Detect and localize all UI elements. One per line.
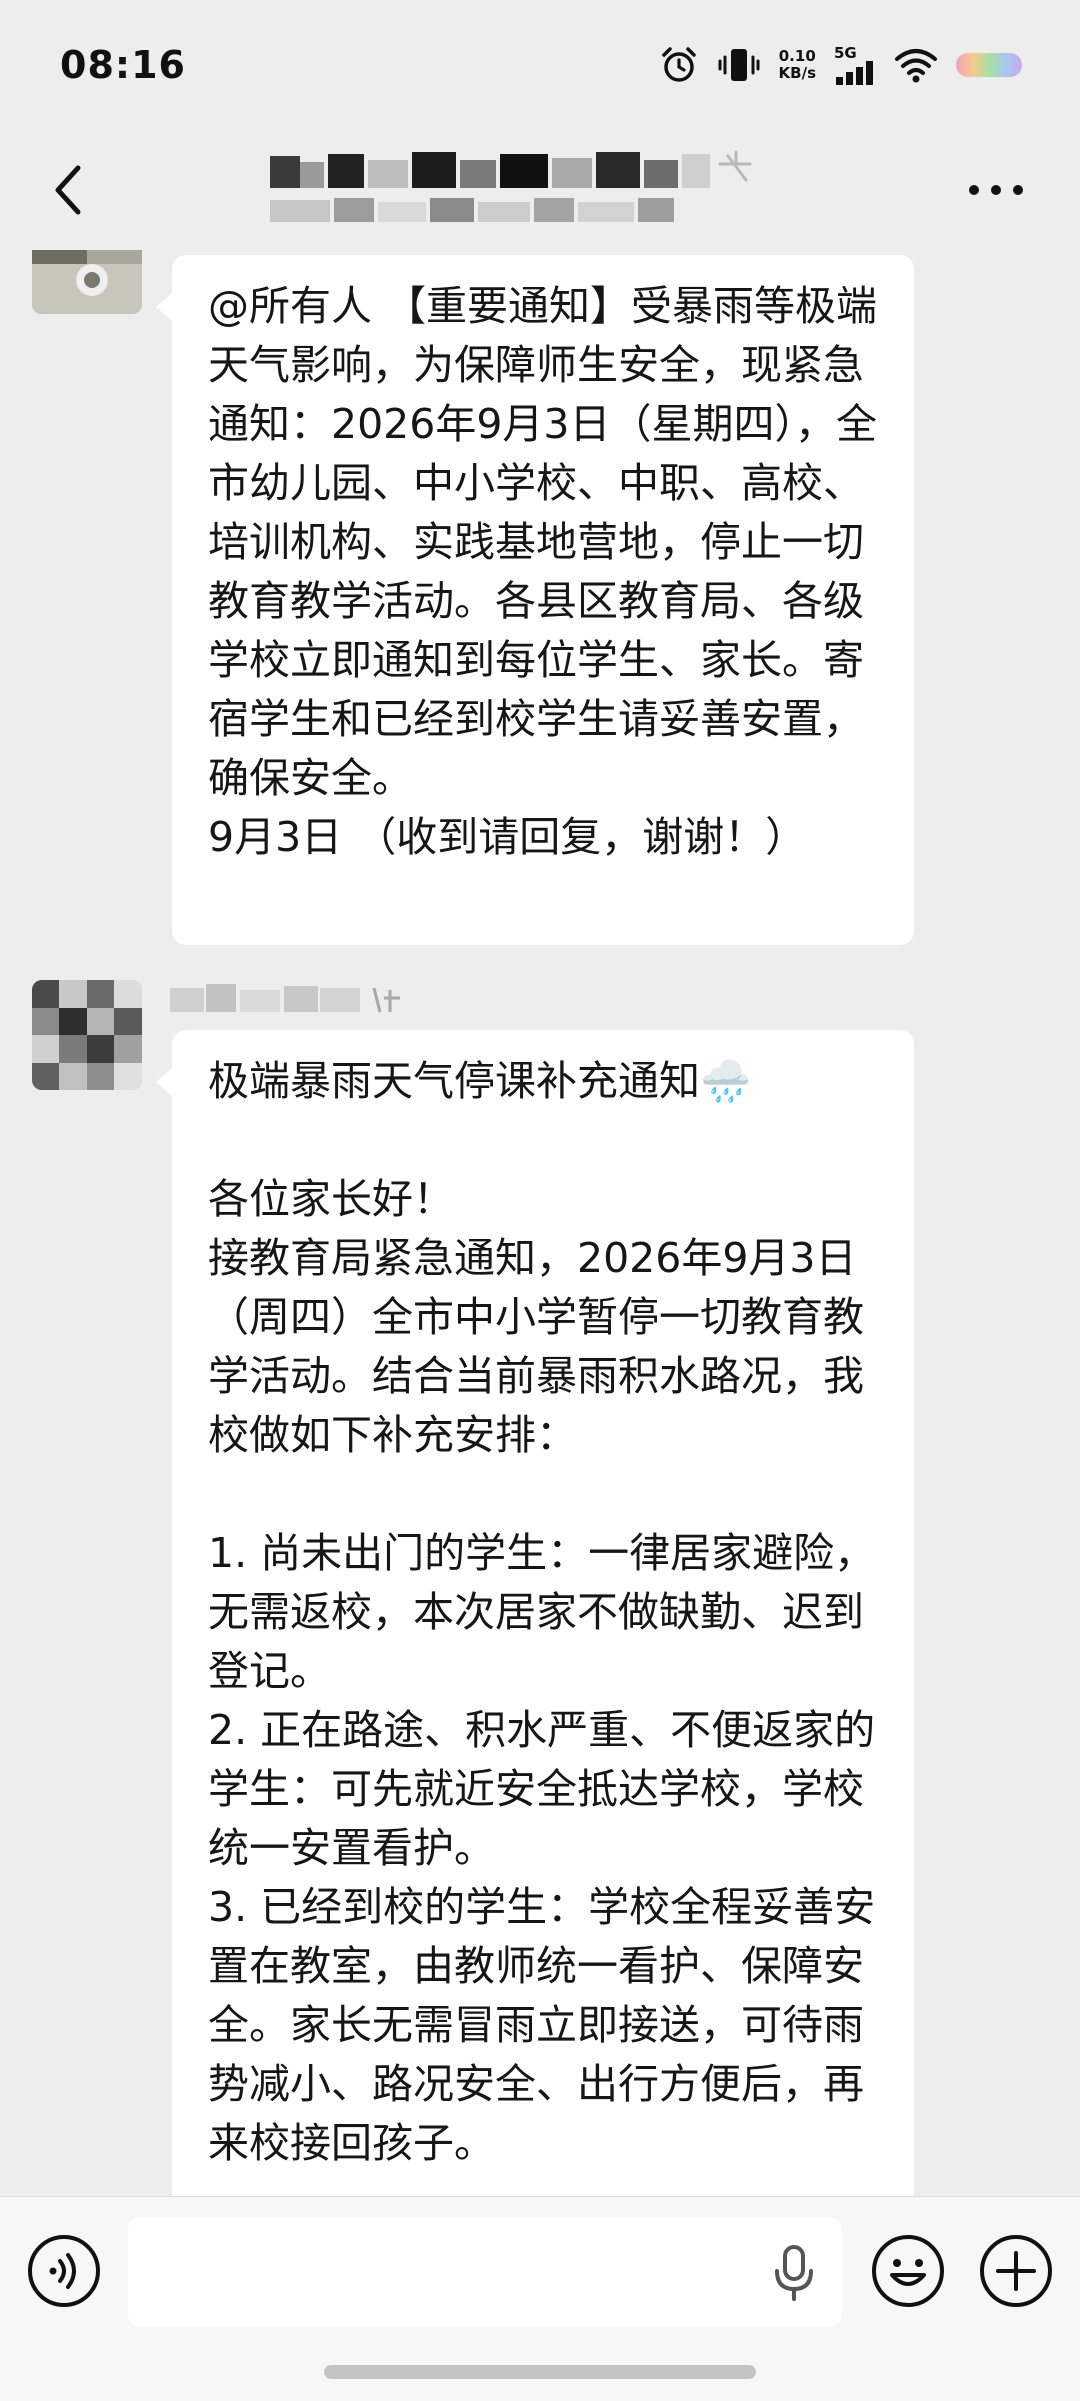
sender-name xyxy=(170,976,430,1020)
redacted-sender-name xyxy=(170,984,400,1013)
net-speed-value: 0.10 xyxy=(778,47,816,65)
signal-bars-icon xyxy=(836,60,873,85)
message-bubble[interactable]: 极端暴雨天气停课补充通知🌧️ 各位家长好！ 接教育局紧急通知，2026年9月3日… xyxy=(156,1030,914,2196)
home-indicator[interactable] xyxy=(324,2365,756,2379)
plus-icon xyxy=(980,2235,1052,2307)
alarm-icon xyxy=(661,47,696,82)
more-horizontal-icon xyxy=(969,185,1023,195)
network-type: 5G xyxy=(834,43,857,62)
voice-input-button[interactable] xyxy=(26,2233,102,2309)
cellular-signal: 5G xyxy=(834,43,876,85)
net-speed-unit: KB/s xyxy=(778,64,816,82)
more-functions-button[interactable] xyxy=(978,2233,1054,2309)
net-speed: 0.10 KB/s xyxy=(779,48,816,82)
status-bar: 08:16 0.10 KB/s 5G xyxy=(0,0,1080,130)
wifi-icon xyxy=(895,49,937,83)
chevron-left-icon xyxy=(55,165,81,215)
redacted-title xyxy=(270,150,752,222)
sender-avatar[interactable] xyxy=(32,980,142,1090)
mic-icon xyxy=(775,2245,813,2301)
message-input[interactable] xyxy=(128,2217,842,2327)
voice-icon xyxy=(28,2235,100,2307)
status-time: 08:16 xyxy=(60,43,186,87)
avatar-image xyxy=(32,980,142,1090)
emoji-icon xyxy=(872,2235,944,2307)
more-options-button[interactable] xyxy=(960,170,1032,210)
message-list[interactable]: @所有人 【重要通知】受暴雨等极端天气影响，为保障师生安全，现紧急通知：2026… xyxy=(0,250,1080,2196)
avatar-image xyxy=(32,250,142,314)
mic-button[interactable] xyxy=(770,2243,818,2303)
message-bubble[interactable]: @所有人 【重要通知】受暴雨等极端天气影响，为保障师生安全，现紧急通知：2026… xyxy=(156,255,914,945)
vibrate-icon xyxy=(718,49,760,81)
chat-header xyxy=(0,130,1080,250)
battery-icon xyxy=(956,53,1022,77)
status-icons: 0.10 KB/s 5G xyxy=(659,45,1022,85)
emoji-button[interactable] xyxy=(870,2233,946,2309)
sender-avatar[interactable] xyxy=(32,250,142,314)
back-button[interactable] xyxy=(36,158,100,222)
chat-title xyxy=(250,142,810,238)
input-bar xyxy=(0,2196,1080,2401)
